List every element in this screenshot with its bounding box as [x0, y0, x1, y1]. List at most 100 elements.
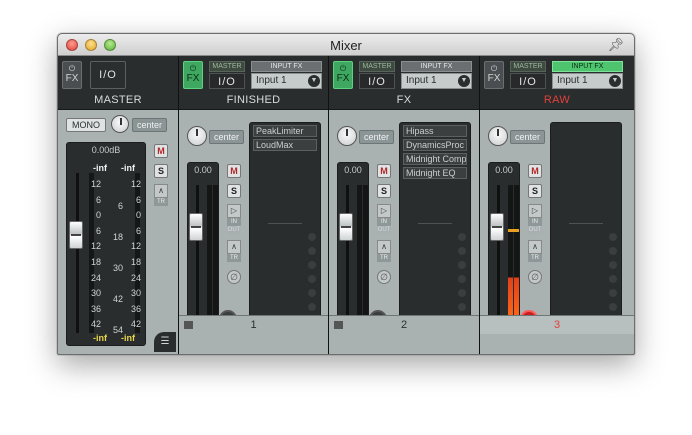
track-1-solo-button[interactable]: S [227, 184, 241, 198]
track-1-volume-readout[interactable]: 0.00 [188, 165, 218, 175]
track-2-meter-left [357, 185, 362, 321]
track-strip-2: ⏻ FX MASTER I/O INPUT FX Input 1 ▼ FX ce… [329, 56, 479, 354]
track-2-meter-panel: 0.00 [337, 162, 369, 328]
track-2-master-send[interactable]: MASTER [359, 61, 395, 72]
track-1-input-fx-button[interactable]: INPUT FX [251, 61, 322, 72]
track-3-name[interactable]: RAW [480, 92, 634, 110]
track-strip-3: ⏻ FX MASTER I/O INPUT FX Input 1 ▼ RAW c… [480, 56, 634, 354]
track-3-solo-button[interactable]: S [528, 184, 542, 198]
master-automation-icon[interactable]: ∧ [154, 184, 168, 198]
mixer-window: Mixer 📌︎ ⏻ FX I/O MASTER MONO center 0.0… [57, 33, 635, 355]
track-2-pan-knob[interactable] [337, 126, 357, 146]
track-2-mute-button[interactable]: M [377, 164, 391, 178]
fx-slot[interactable]: Midnight EQ [403, 167, 467, 179]
track-3-mute-button[interactable]: M [528, 164, 542, 178]
track-2-input-select[interactable]: Input 1 ▼ [401, 73, 472, 89]
track-3-volume-fader[interactable] [490, 213, 504, 241]
track-1-pan-label: center [209, 130, 245, 144]
track-2-io-button[interactable]: I/O [359, 73, 395, 89]
master-volume-fader[interactable] [69, 221, 83, 249]
master-scale-left: 12 6 0 6 12 18 24 30 36 42 [90, 179, 101, 330]
fx-divider [268, 223, 302, 224]
fx-slot[interactable]: Midnight Comp [403, 153, 467, 165]
track-2-number-bar[interactable]: 2 [329, 315, 479, 334]
track-2-phase-invert-icon[interactable]: ∅ [377, 270, 391, 284]
window-title: Mixer [330, 38, 362, 53]
track-3-number-bar[interactable]: 3 [480, 315, 634, 334]
track-1-number: 1 [250, 319, 257, 331]
master-meter-panel: 0.00dB -inf -inf 12 6 0 6 12 18 24 30 36 42 6 18 30… [66, 142, 146, 346]
track-1-phase-icon[interactable]: ▷ [227, 204, 241, 218]
mono-button[interactable]: MONO [66, 118, 106, 132]
track-1-name[interactable]: FINISHED [179, 92, 328, 110]
pin-icon[interactable]: 📌︎ [607, 37, 624, 53]
fx-slot[interactable]: PeakLimiter [253, 125, 317, 137]
track-3-input-select[interactable]: Input 1 ▼ [552, 73, 623, 89]
track-3-phase-icon[interactable]: ▷ [528, 204, 542, 218]
track-1-input-select[interactable]: Input 1 ▼ [251, 73, 322, 89]
track-3-out-label: OUT [528, 226, 542, 234]
track-1-out-label: OUT [227, 226, 241, 234]
fx-slot[interactable]: Hipass [403, 125, 467, 137]
master-scale-mid: 6 18 30 42 54 [112, 201, 123, 335]
fx-slot[interactable]: LoudMax [253, 139, 317, 151]
track-2-meter-right [363, 185, 368, 321]
master-name: MASTER [58, 92, 178, 110]
track-2-volume-readout[interactable]: 0.00 [338, 165, 368, 175]
track-2-fader-track [346, 185, 349, 321]
track-1-pan-knob[interactable] [187, 126, 207, 146]
master-strip: ⏻ FX I/O MASTER MONO center 0.00dB -inf … [58, 56, 178, 354]
master-fx-button[interactable]: ⏻ FX [62, 61, 82, 89]
track-1-mute-button[interactable]: M [227, 164, 241, 178]
track-3-number: 3 [553, 319, 561, 331]
track-3-master-send[interactable]: MASTER [510, 61, 546, 72]
track-2-solo-button[interactable]: S [377, 184, 391, 198]
title-bar[interactable]: Mixer 📌︎ [58, 34, 634, 56]
chevron-down-icon: ▼ [308, 75, 320, 87]
track-2-name[interactable]: FX [329, 92, 479, 110]
track-3-fx-button[interactable]: ⏻ FX [484, 61, 504, 89]
track-2-number: 2 [400, 319, 408, 331]
track-3-input-fx-button[interactable]: INPUT FX [552, 61, 623, 72]
track-1-master-send[interactable]: MASTER [209, 61, 245, 72]
master-pan-knob[interactable] [111, 115, 129, 133]
track-3-meter-right [514, 185, 519, 321]
track-3-meter-panel: 0.00 [488, 162, 520, 328]
track-1-fx-button[interactable]: ⏻ FX [183, 61, 203, 89]
track-2-fx-button[interactable]: ⏻ FX [333, 61, 353, 89]
track-2-automation-icon[interactable]: ∧ [377, 240, 391, 254]
folder-icon[interactable] [334, 321, 343, 329]
track-3-fx-chain[interactable] [550, 122, 622, 330]
fx-slot[interactable]: DynamicsProc [403, 139, 467, 151]
track-1-automation-icon[interactable]: ∧ [227, 240, 241, 254]
master-bottom-right: -inf [121, 333, 135, 343]
master-solo-button[interactable]: S [154, 164, 168, 178]
track-3-io-button[interactable]: I/O [510, 73, 546, 89]
fx-divider [418, 223, 452, 224]
track-1-io-button[interactable]: I/O [209, 73, 245, 89]
folder-icon[interactable] [184, 321, 193, 329]
track-1-meter-right [213, 185, 218, 321]
master-db-readout[interactable]: 0.00dB [67, 145, 145, 155]
master-io-button[interactable]: I/O [90, 61, 126, 89]
master-pan-label: center [132, 118, 168, 132]
track-3-automation-icon[interactable]: ∧ [528, 240, 542, 254]
track-2-phase-icon[interactable]: ▷ [377, 204, 391, 218]
track-1-fx-chain[interactable]: PeakLimiter LoudMax [249, 122, 321, 330]
track-1-phase-invert-icon[interactable]: ∅ [227, 270, 241, 284]
track-1-number-bar[interactable]: 1 [179, 315, 328, 334]
track-1-volume-fader[interactable] [189, 213, 203, 241]
master-bottom-left: -inf [93, 333, 107, 343]
track-3-phase-invert-icon[interactable]: ∅ [528, 270, 542, 284]
master-routing-icon[interactable]: ☰ [154, 332, 176, 352]
master-tr-label: TR [154, 198, 168, 206]
track-3-pan-knob[interactable] [488, 126, 508, 146]
master-mute-button[interactable]: M [154, 144, 168, 158]
track-3-volume-readout[interactable]: 0.00 [489, 165, 519, 175]
track-3-peak-hold [508, 229, 519, 232]
track-2-volume-fader[interactable] [339, 213, 353, 241]
master-fader-track [76, 173, 79, 333]
track-2-fx-chain[interactable]: Hipass DynamicsProc Midnight Comp Midnig… [399, 122, 471, 330]
track-2-input-fx-button[interactable]: INPUT FX [401, 61, 472, 72]
track-3-fader-track [497, 185, 500, 321]
